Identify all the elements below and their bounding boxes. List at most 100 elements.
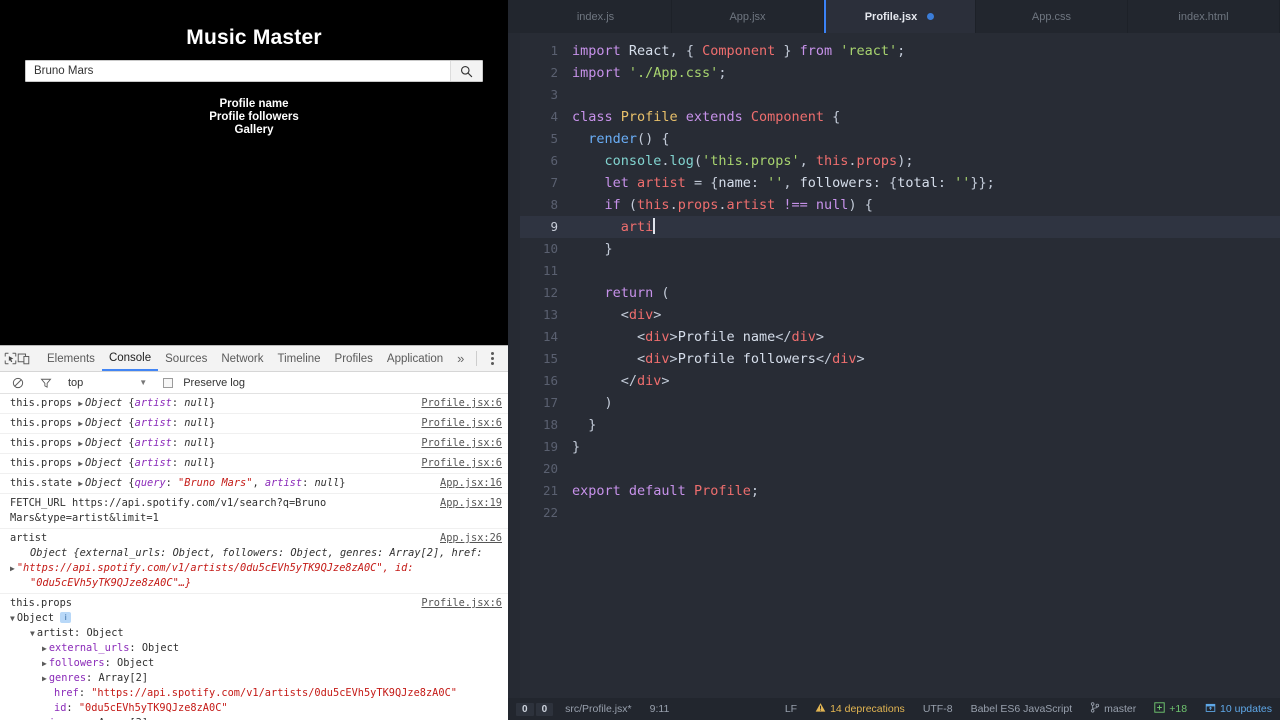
console-source-link[interactable]: App.jsx:19 bbox=[440, 496, 502, 511]
preserve-log-label[interactable]: Preserve log bbox=[183, 377, 245, 389]
console-source-link[interactable]: Profile.jsx:6 bbox=[421, 456, 502, 471]
console-row[interactable]: this.props ▶ Object {artist: null} Profil… bbox=[0, 414, 508, 434]
tree-node[interactable]: ▼ artist: Object bbox=[10, 626, 502, 641]
line-content[interactable]: arti bbox=[572, 216, 1280, 238]
code-line[interactable]: 12 return ( bbox=[520, 282, 1280, 304]
search-button[interactable] bbox=[450, 61, 482, 81]
code-line[interactable]: 1 import React, { Component } from 'reac… bbox=[520, 40, 1280, 62]
tree-node[interactable]: ▶ followers: Object bbox=[10, 656, 502, 671]
package-updates-indicator[interactable]: 10 updates bbox=[1205, 702, 1272, 716]
console-row-props-tree[interactable]: this.props Profile.jsx:6 ▼ Object i ▼ arti… bbox=[0, 594, 508, 720]
clear-console-icon[interactable] bbox=[6, 371, 30, 395]
code-line[interactable]: 5 render() { bbox=[520, 128, 1280, 150]
console-source-link[interactable]: App.jsx:26 bbox=[440, 531, 502, 546]
editor-tab-profile-jsx[interactable]: Profile.jsx bbox=[824, 0, 976, 33]
console-source-link[interactable]: Profile.jsx:6 bbox=[421, 436, 502, 451]
line-content[interactable]: } bbox=[572, 436, 1280, 458]
devtools-tab-elements[interactable]: Elements bbox=[40, 346, 102, 371]
expand-arrow-icon[interactable]: ▶ bbox=[42, 671, 47, 686]
git-branch-indicator[interactable]: master bbox=[1090, 702, 1136, 716]
expand-arrow-icon[interactable]: ▶ bbox=[78, 456, 83, 471]
code-line[interactable]: 21 export default Profile; bbox=[520, 480, 1280, 502]
preserve-log-checkbox[interactable] bbox=[163, 377, 174, 388]
code-line[interactable]: 10 } bbox=[520, 238, 1280, 260]
search-input[interactable] bbox=[26, 61, 450, 81]
console-row-fetch-url[interactable]: FETCH_URL https://api.spotify.com/v1/sea… bbox=[0, 494, 508, 529]
code-line[interactable]: 18 } bbox=[520, 414, 1280, 436]
code-line[interactable]: 7 let artist = {name: '', followers: {to… bbox=[520, 172, 1280, 194]
diagnostics-counters[interactable]: 0 0 bbox=[516, 702, 555, 716]
expand-arrow-icon[interactable]: ▶ bbox=[10, 561, 15, 576]
chevron-down-icon[interactable]: ▼ bbox=[139, 378, 147, 387]
tree-node[interactable]: ▶images: Array[3] bbox=[10, 716, 502, 720]
tree-node[interactable]: ▶ external_urls: Object bbox=[10, 641, 502, 656]
tree-node[interactable]: href: "https://api.spotify.com/v1/artist… bbox=[10, 686, 502, 701]
console-source-link[interactable]: Profile.jsx:6 bbox=[421, 596, 502, 611]
console-row[interactable]: this.props ▶ Object {artist: null} Profil… bbox=[0, 434, 508, 454]
deprecations-indicator[interactable]: 14 deprecations bbox=[815, 702, 905, 716]
git-diff-indicator[interactable]: +18 bbox=[1154, 702, 1187, 716]
inspect-element-icon[interactable] bbox=[4, 347, 17, 371]
devtools-tab-console[interactable]: Console bbox=[101, 346, 159, 371]
console-source-link[interactable]: Profile.jsx:6 bbox=[421, 396, 502, 411]
tree-node[interactable]: id: "0du5cEVh5yTK9QJze8zA0C" bbox=[10, 701, 502, 716]
file-path[interactable]: src/Profile.jsx* bbox=[565, 703, 632, 715]
code-line[interactable]: 4 class Profile extends Component { bbox=[520, 106, 1280, 128]
line-ending[interactable]: LF bbox=[785, 703, 797, 715]
line-content[interactable]: if (this.props.artist !== null) { bbox=[572, 194, 1280, 216]
editor-tab-app-jsx[interactable]: App.jsx bbox=[672, 0, 824, 33]
collapse-arrow-icon[interactable]: ▼ bbox=[30, 626, 35, 641]
syntax-mode[interactable]: Babel ES6 JavaScript bbox=[971, 703, 1073, 715]
code-line[interactable]: 22 bbox=[520, 502, 1280, 524]
devtools-tab-profiles[interactable]: Profiles bbox=[328, 346, 380, 371]
error-count[interactable]: 0 bbox=[516, 702, 534, 716]
console-row-state[interactable]: this.state ▶ Object {query: "Bruno Mars",… bbox=[0, 474, 508, 494]
expand-arrow-icon[interactable]: ▶ bbox=[78, 476, 83, 491]
code-line[interactable]: 3 bbox=[520, 84, 1280, 106]
line-content[interactable]: return ( bbox=[572, 282, 1280, 304]
code-line[interactable]: 14 <div>Profile name</div> bbox=[520, 326, 1280, 348]
code-lines[interactable]: 1 import React, { Component } from 'reac… bbox=[520, 33, 1280, 698]
info-icon[interactable]: i bbox=[60, 612, 72, 623]
tree-node[interactable]: ▶ genres: Array[2] bbox=[10, 671, 502, 686]
line-content[interactable]: render() { bbox=[572, 128, 1280, 150]
editor-tab-index-js[interactable]: index.js bbox=[520, 0, 672, 33]
code-line[interactable]: 13 <div> bbox=[520, 304, 1280, 326]
line-content[interactable]: <div>Profile followers</div> bbox=[572, 348, 1280, 370]
code-line-active[interactable]: 9 arti bbox=[520, 216, 1280, 238]
expand-arrow-icon[interactable]: ▶ bbox=[78, 416, 83, 431]
expand-arrow-icon[interactable]: ▶ bbox=[42, 716, 47, 720]
code-line[interactable]: 2 import './App.css'; bbox=[520, 62, 1280, 84]
line-content[interactable]: <div> bbox=[572, 304, 1280, 326]
expand-arrow-icon[interactable]: ▶ bbox=[78, 396, 83, 411]
collapse-arrow-icon[interactable]: ▼ bbox=[10, 611, 15, 626]
devtools-menu-icon[interactable] bbox=[482, 352, 502, 365]
expand-arrow-icon[interactable]: ▶ bbox=[78, 436, 83, 451]
line-content[interactable]: } bbox=[572, 414, 1280, 436]
tree-root[interactable]: ▼ Object i bbox=[10, 611, 502, 626]
code-line[interactable]: 15 <div>Profile followers</div> bbox=[520, 348, 1280, 370]
cursor-position[interactable]: 9:11 bbox=[650, 703, 670, 715]
editor-tab-app-css[interactable]: App.css bbox=[976, 0, 1128, 33]
line-content[interactable]: ) bbox=[572, 392, 1280, 414]
devtools-tab-application[interactable]: Application bbox=[380, 346, 450, 371]
line-content[interactable]: let artist = {name: '', followers: {tota… bbox=[572, 172, 1280, 194]
console-context-selector[interactable]: top bbox=[68, 377, 83, 389]
code-line[interactable]: 17 ) bbox=[520, 392, 1280, 414]
editor-tab-index-html[interactable]: index.html bbox=[1128, 0, 1280, 33]
expand-arrow-icon[interactable]: ▶ bbox=[42, 641, 47, 656]
line-content[interactable]: import React, { Component } from 'react'… bbox=[572, 40, 1280, 62]
code-line[interactable]: 11 bbox=[520, 260, 1280, 282]
console-row[interactable]: this.props ▶ Object {artist: null} Profil… bbox=[0, 454, 508, 474]
warning-count[interactable]: 0 bbox=[535, 702, 554, 716]
code-line[interactable]: 6 console.log('this.props', this.props); bbox=[520, 150, 1280, 172]
line-content[interactable]: export default Profile; bbox=[572, 480, 1280, 502]
more-tabs-icon[interactable]: » bbox=[450, 351, 471, 366]
devtools-tab-network[interactable]: Network bbox=[214, 346, 270, 371]
line-content[interactable]: console.log('this.props', this.props); bbox=[572, 150, 1280, 172]
line-content[interactable]: <div>Profile name</div> bbox=[572, 326, 1280, 348]
line-content[interactable]: class Profile extends Component { bbox=[572, 106, 1280, 128]
line-content[interactable]: </div> bbox=[572, 370, 1280, 392]
devtools-tab-sources[interactable]: Sources bbox=[158, 346, 214, 371]
code-line[interactable]: 20 bbox=[520, 458, 1280, 480]
